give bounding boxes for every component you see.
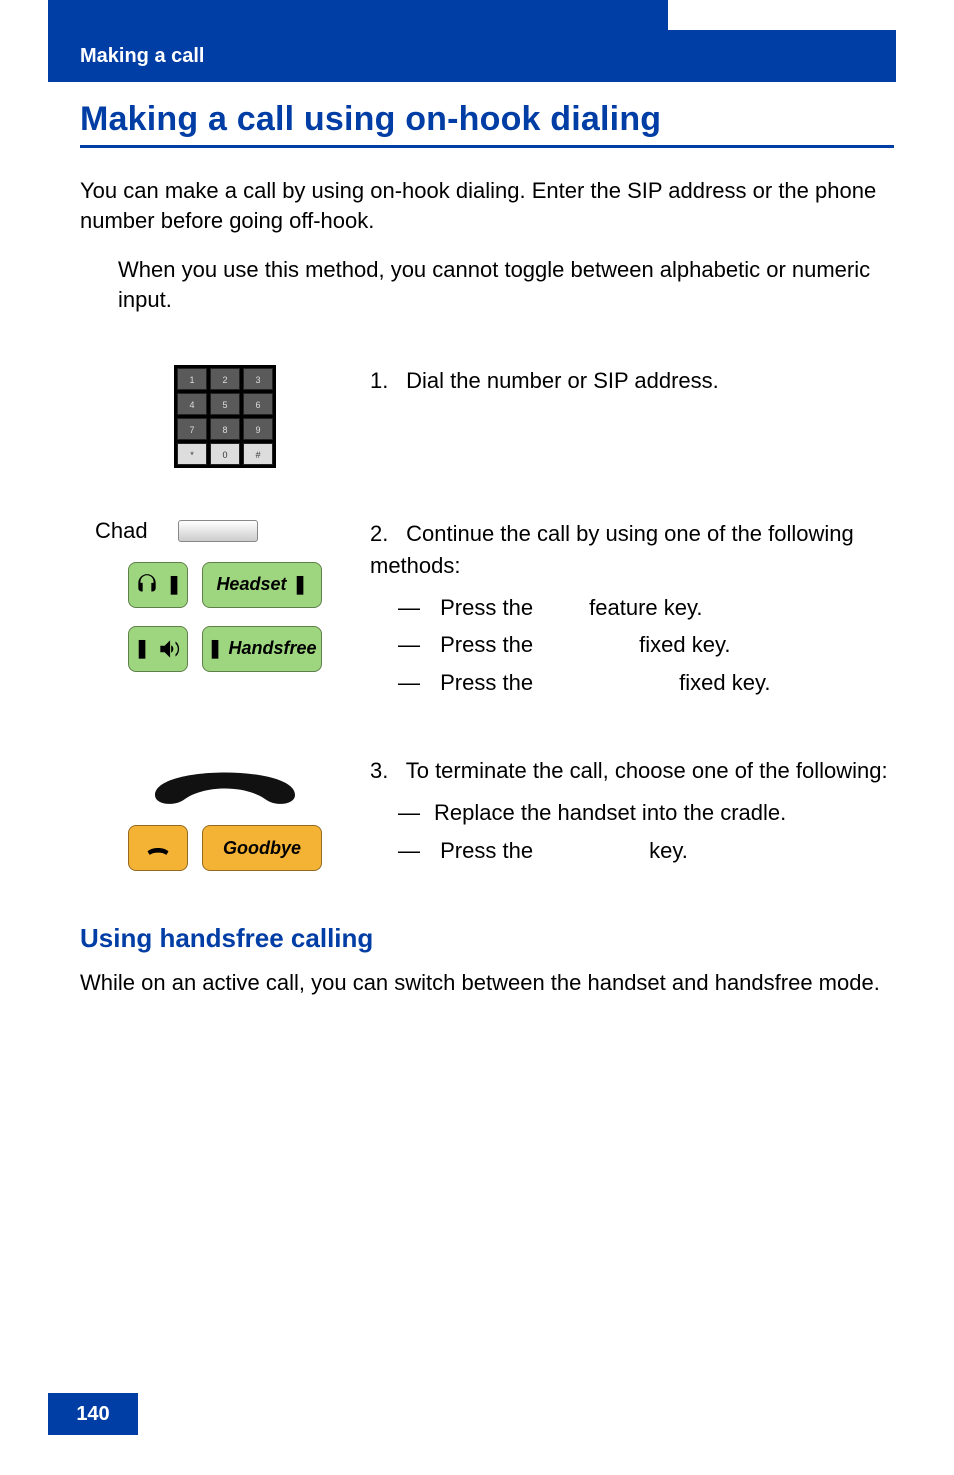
step-2-body: Continue the call by using one of the fo…: [370, 521, 854, 578]
step-3-number: 3.: [370, 755, 400, 787]
goodbye-icon-key: [128, 825, 188, 871]
page-number-value: 140: [76, 1403, 109, 1426]
step-2-item-a: Press the feature key.: [398, 592, 894, 624]
headset-label-key: Headset ❚: [202, 562, 322, 608]
key-2: 2: [210, 368, 240, 390]
feature-key-icon: [178, 520, 258, 542]
intro-paragraph: You can make a call by using on-hook dia…: [80, 176, 894, 235]
step-3: Goodbye 3. To terminate the call, choose…: [80, 755, 894, 873]
step-3-body: To terminate the call, choose one of the…: [406, 758, 888, 783]
step-2-item-b: Press the fixed key.: [398, 629, 894, 661]
subsection-title: Using handsfree calling: [80, 923, 894, 954]
speaker-icon: [156, 636, 182, 662]
key-5: 5: [210, 393, 240, 415]
key-4: 4: [177, 393, 207, 415]
subsection-body: While on an active call, you can switch …: [80, 968, 894, 998]
key-star: *: [177, 443, 207, 465]
step-1-body: Dial the number or SIP address.: [406, 368, 719, 393]
key-6: 6: [243, 393, 273, 415]
hangup-icon: [144, 834, 172, 862]
step-3-item-a: Replace the handset into the cradle.: [398, 797, 894, 829]
goodbye-key-pair: Goodbye: [128, 825, 322, 871]
feature-key-example: Chad: [95, 518, 355, 544]
step-3-text: 3. To terminate the call, choose one of …: [370, 755, 894, 873]
goodbye-label: Goodbye: [223, 838, 301, 859]
headset-icon-key: ❚: [128, 562, 188, 608]
page-content: Making a call using on-hook dialing You …: [80, 100, 894, 1018]
chad-label: Chad: [95, 518, 148, 544]
dialpad-icon: 1 2 3 4 5 6 7 8 9 * 0 #: [174, 365, 276, 468]
step-2-text: 2. Continue the call by using one of the…: [370, 518, 894, 705]
key-1: 1: [177, 368, 207, 390]
key-hash: #: [243, 443, 273, 465]
chapter-title: Making a call: [80, 45, 205, 68]
page-title: Making a call using on-hook dialing: [80, 100, 894, 148]
step-2-illustration: Chad ❚ Headset ❚ ❚ ❚: [80, 518, 370, 672]
key-7: 7: [177, 418, 207, 440]
key-3: 3: [243, 368, 273, 390]
key-9: 9: [243, 418, 273, 440]
handsfree-label: Handsfree: [229, 638, 317, 659]
step-1-number: 1.: [370, 365, 400, 397]
step-2-list: Press the feature key. Press the fixed k…: [398, 592, 894, 700]
handsfree-key-pair: ❚ ❚ Handsfree: [128, 626, 322, 672]
page-number: 140: [48, 1393, 138, 1435]
note-paragraph: When you use this method, you cannot tog…: [118, 255, 894, 314]
headset-label: Headset: [216, 574, 286, 595]
step-2-item-c: Press the fixed key.: [398, 667, 894, 699]
handsfree-label-key: ❚ Handsfree: [202, 626, 322, 672]
chapter-header: Making a call: [48, 30, 896, 82]
speaker-icon-key: ❚: [128, 626, 188, 672]
headset-key-pair: ❚ Headset ❚: [128, 562, 322, 608]
step-1: 1 2 3 4 5 6 7 8 9 * 0 # 1. Dial the numb…: [80, 365, 894, 468]
goodbye-label-key: Goodbye: [202, 825, 322, 871]
step-3-item-b: Press the key.: [398, 835, 894, 867]
step-1-illustration: 1 2 3 4 5 6 7 8 9 * 0 #: [80, 365, 370, 468]
step-3-list: Replace the handset into the cradle. Pre…: [398, 797, 894, 867]
step-1-text: 1. Dial the number or SIP address.: [370, 365, 894, 397]
headset-icon: [134, 572, 160, 598]
step-2: Chad ❚ Headset ❚ ❚ ❚: [80, 518, 894, 705]
key-8: 8: [210, 418, 240, 440]
handset-icon: [145, 755, 305, 811]
key-0: 0: [210, 443, 240, 465]
step-3-illustration: Goodbye: [80, 755, 370, 871]
step-2-number: 2.: [370, 518, 400, 550]
